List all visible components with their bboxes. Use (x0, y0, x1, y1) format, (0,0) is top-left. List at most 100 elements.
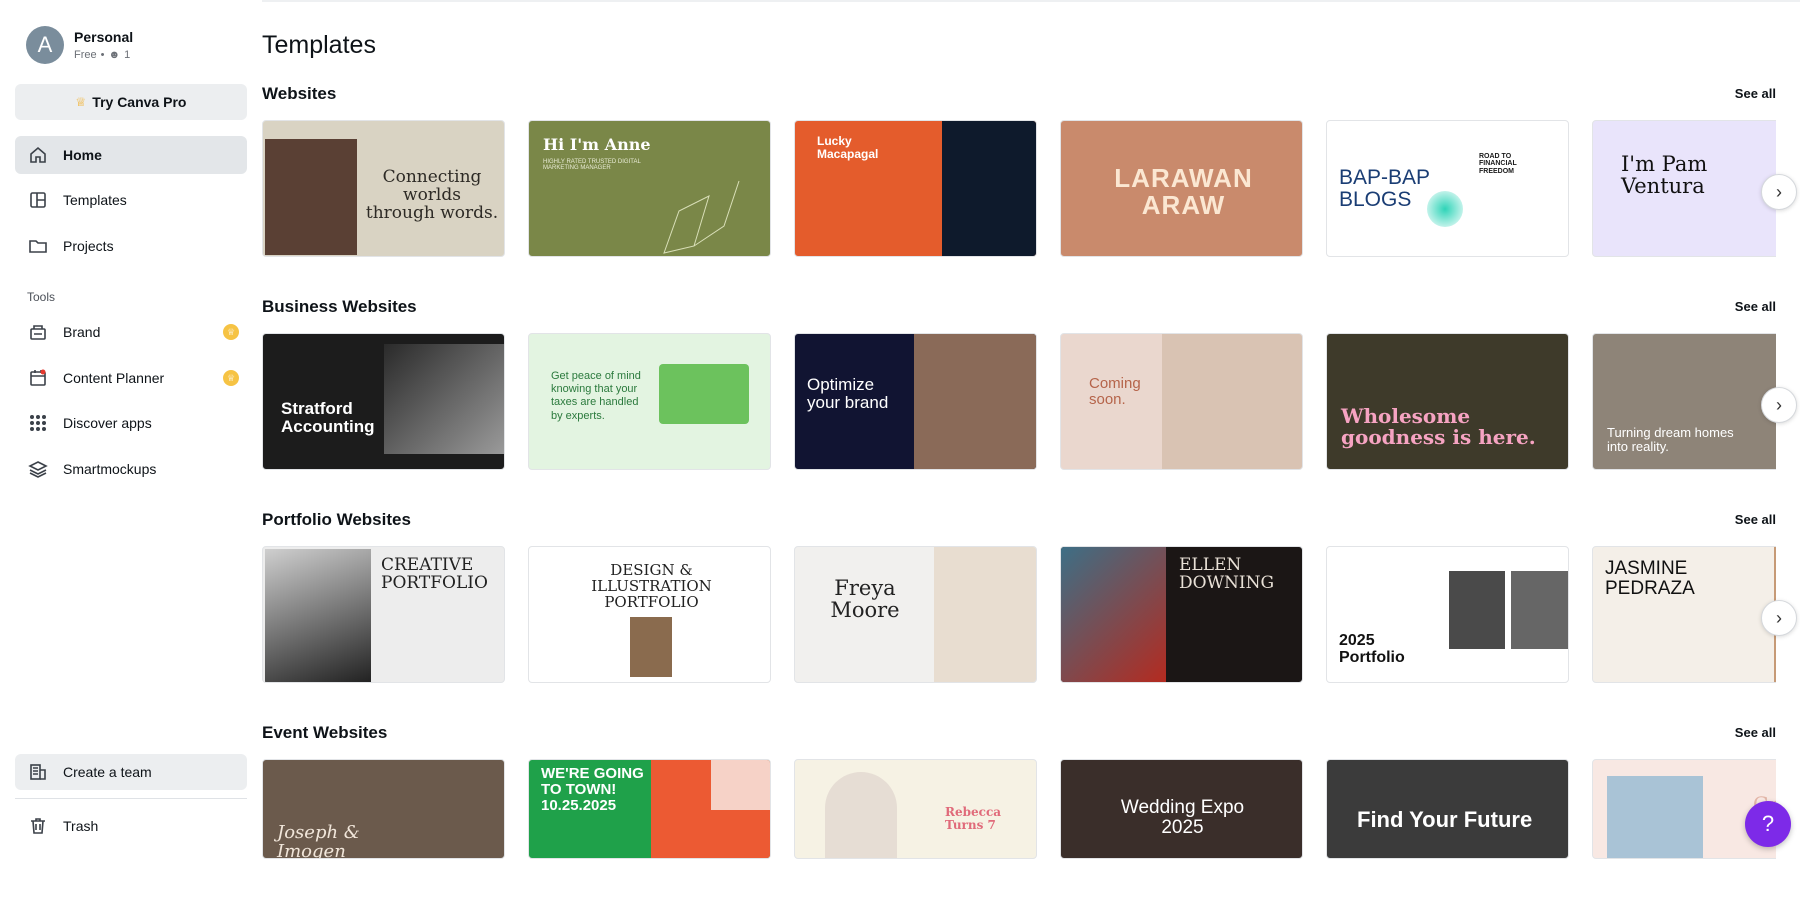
sidebar-item-content-planner[interactable]: Content Planner ♕ (15, 359, 247, 397)
card-line: Coming (1089, 375, 1141, 392)
see-all-link[interactable]: See all (1735, 512, 1776, 527)
carousel-next-button[interactable]: › (1761, 174, 1797, 210)
template-card[interactable]: Grea (1592, 759, 1776, 859)
card-headline: BAP-BAP BLOGS (1339, 166, 1430, 212)
sidebar-item-projects[interactable]: Projects (15, 227, 247, 265)
template-card[interactable]: Hi I'm Anne HIGHLY RATED TRUSTED DIGITAL… (528, 120, 771, 257)
see-all-link[interactable]: See all (1735, 725, 1776, 740)
sidebar-item-templates[interactable]: Templates (15, 181, 247, 219)
template-card[interactable]: I'm Pam Ventura (1592, 120, 1776, 257)
card-photo (1061, 547, 1166, 682)
sidebar-item-discover-apps[interactable]: Discover apps (15, 404, 247, 442)
template-card[interactable]: JASMINE PEDRAZA (1592, 546, 1776, 683)
card-line: DOWNING (1179, 572, 1275, 593)
card-line: PORTFOLIO (604, 592, 699, 611)
card-line: Joseph & (277, 822, 360, 843)
help-button[interactable]: ? (1745, 801, 1791, 847)
template-card[interactable]: Wedding Expo 2025 (1060, 759, 1303, 859)
avatar[interactable]: A (26, 26, 64, 64)
template-card[interactable]: Find Your Future (1326, 759, 1569, 859)
carousel-next-button[interactable]: › (1761, 600, 1797, 636)
card-headline: Hi I'm Anne (543, 135, 651, 154)
top-divider (262, 0, 1800, 2)
template-card[interactable]: Connecting worlds through words. (262, 120, 505, 257)
card-photo (384, 344, 504, 454)
template-card[interactable]: DESIGN & ILLUSTRATION PORTFOLIO (528, 546, 771, 683)
template-card[interactable]: Freya Moore (794, 546, 1037, 683)
template-carousel: Joseph & Imogen WE'RE GOING TO TOWN! 10.25.… (262, 759, 1776, 859)
card-line: Stratford (281, 399, 353, 418)
section-title: Portfolio Websites (262, 510, 411, 529)
see-all-link[interactable]: See all (1735, 299, 1776, 314)
section-title: Business Websites (262, 297, 417, 316)
card-subtext: HIGHLY RATED TRUSTED DIGITAL MARKETING M… (543, 159, 641, 172)
template-card[interactable]: Turning dream homes into reality. (1592, 333, 1776, 470)
pro-crown-icon: ♕ (223, 370, 239, 386)
template-card[interactable]: Joseph & Imogen (262, 759, 505, 859)
template-card[interactable]: Coming soon. (1060, 333, 1303, 470)
card-headline: Stratford Accounting (281, 400, 375, 436)
template-card[interactable]: Rebecca Turns 7 (794, 759, 1037, 859)
sidebar-item-trash[interactable]: Trash (15, 807, 247, 845)
card-photo (825, 772, 897, 858)
template-card[interactable]: CREATIVE PORTFOLIO (262, 546, 505, 683)
sidebar-item-home[interactable]: Home (15, 136, 247, 174)
chevron-right-icon: › (1776, 181, 1782, 202)
card-line: 2025 (1339, 632, 1375, 649)
brand-icon (27, 321, 49, 343)
card-line: Imogen (277, 840, 346, 859)
card-line: soon. (1089, 390, 1126, 408)
template-card[interactable]: ELLEN DOWNING (1060, 546, 1303, 683)
template-card[interactable]: LARAWAN ARAW (1060, 120, 1303, 257)
template-card[interactable]: Wholesome goodness is here. (1326, 333, 1569, 470)
template-carousel: Connecting worlds through words. Hi I'm A… (262, 120, 1776, 258)
section-title: Websites (262, 84, 337, 103)
card-headline: Rebecca Turns 7 (945, 806, 1001, 831)
layers-icon (27, 458, 49, 480)
card-line: Ventura (1621, 174, 1705, 199)
card-line: 2025 (1161, 816, 1204, 838)
template-card[interactable]: WE'RE GOING TO TOWN! 10.25.2025 (528, 759, 771, 859)
template-card[interactable]: Get peace of mind knowing that your taxe… (528, 333, 771, 470)
account-name: Personal (74, 29, 134, 45)
template-card[interactable]: Lucky Macapagal (794, 120, 1037, 257)
sidebar-item-label: Brand (63, 324, 101, 340)
card-line: WE'RE GOING (541, 765, 644, 782)
pro-crown-icon: ♕ (223, 324, 239, 340)
template-card[interactable]: BAP-BAP BLOGS ROAD TO FINANCIAL FREEDOM (1326, 120, 1569, 257)
template-card[interactable]: Stratford Accounting (262, 333, 505, 470)
card-headline: Coming soon. (1089, 376, 1141, 408)
account-switcher[interactable]: A Personal Free • ☻ 1 (15, 18, 235, 72)
card-eye-graphic (711, 760, 770, 810)
card-line: Moore (830, 598, 900, 623)
card-line: I'm Pam (1621, 152, 1708, 176)
card-line: Accounting (281, 416, 375, 436)
template-card[interactable]: 2025 Portfolio (1326, 546, 1569, 683)
card-line: BLOGS (1339, 188, 1412, 212)
card-lines-graphic (663, 180, 740, 254)
sidebar-item-smartmockups[interactable]: Smartmockups (15, 450, 247, 488)
canva-app: A Personal Free • ☻ 1 ♕ Try Canva Pro Ho… (0, 0, 1800, 900)
apps-grid-icon (27, 412, 49, 434)
template-card[interactable]: Optimize your brand (794, 333, 1037, 470)
create-team-button[interactable]: Create a team (15, 754, 247, 790)
card-headline: JASMINE PEDRAZA (1605, 559, 1695, 599)
chevron-right-icon: › (1776, 394, 1782, 415)
template-carousel: CREATIVE PORTFOLIO DESIGN & ILLUSTRATION PO… (262, 546, 1776, 684)
carousel-next-button[interactable]: › (1761, 387, 1797, 423)
card-headline: CREATIVE PORTFOLIO (381, 556, 488, 593)
card-blob-graphic (1427, 191, 1463, 227)
card-photo (914, 334, 1036, 469)
see-all-link[interactable]: See all (1735, 86, 1776, 101)
card-headline: Optimize your brand (807, 376, 888, 412)
card-line: PORTFOLIO (381, 572, 488, 593)
try-pro-label: Try Canva Pro (92, 94, 187, 110)
sidebar-item-brand[interactable]: Brand ♕ (15, 313, 247, 351)
sidebar-item-label: Home (63, 147, 102, 163)
sidebar-divider (15, 798, 247, 799)
card-headline: Joseph & Imogen (277, 822, 360, 859)
try-pro-button[interactable]: ♕ Try Canva Pro (15, 84, 247, 120)
card-line: ARAW (1141, 190, 1226, 221)
card-line: LARAWAN (1114, 163, 1253, 193)
card-photo (265, 549, 371, 682)
